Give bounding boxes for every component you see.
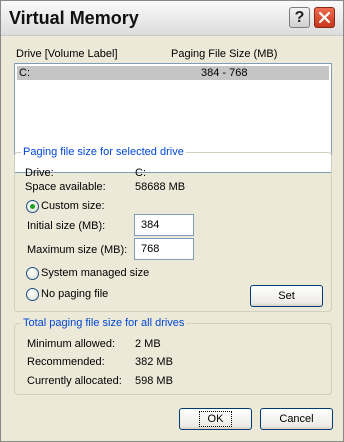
list-item-size: 384 - 768 [201,67,248,79]
initial-size-label: Initial size (MB): [27,220,106,232]
no-paging-file-label[interactable]: No paging file [41,288,108,300]
column-header-paging-size: Paging File Size (MB) [171,48,278,60]
initial-size-input[interactable]: 384 [134,214,194,236]
custom-size-label[interactable]: Custom size: [41,200,105,212]
ok-button-label: OK [198,411,233,427]
currently-allocated-label: Currently allocated: [27,375,122,387]
cancel-button[interactable]: Cancel [260,408,333,430]
help-button[interactable]: ? [289,7,310,28]
list-item-drive: C: [19,67,30,79]
maximum-size-input[interactable]: 768 [134,238,194,260]
ok-button[interactable]: OK [179,408,252,430]
virtual-memory-dialog: Virtual Memory ? Drive [Volume Label] Pa… [0,0,344,442]
space-available-value: 58688 MB [135,181,186,193]
recommended-value: 382 MB [135,356,173,368]
close-button[interactable] [314,7,335,28]
radio-selected-dot [30,204,35,209]
close-icon [318,11,331,24]
minimum-allowed-label: Minimum allowed: [27,338,116,350]
totals-legend: Total paging file size for all drives [23,317,185,329]
custom-size-radio[interactable] [26,200,39,213]
maximum-size-label: Maximum size (MB): [27,244,128,256]
title-bar[interactable]: Virtual Memory ? [1,1,343,36]
system-managed-label[interactable]: System managed size [41,267,149,279]
drive-value: C: [135,167,146,179]
currently-allocated-value: 598 MB [135,375,173,387]
no-paging-file-radio[interactable] [26,288,39,301]
minimum-allowed-value: 2 MB [135,338,161,350]
selected-drive-legend: Paging file size for selected drive [23,146,184,158]
set-button[interactable]: Set [250,285,323,307]
space-available-label: Space available: [25,181,106,193]
list-item[interactable]: C: 384 - 768 [17,66,329,80]
drive-label: Drive: [25,167,54,179]
column-header-drive: Drive [Volume Label] [16,48,118,60]
help-icon: ? [294,8,305,26]
recommended-label: Recommended: [27,356,105,368]
dialog-body: Drive [Volume Label] Paging File Size (M… [1,36,343,441]
window-title: Virtual Memory [9,8,139,28]
system-managed-radio[interactable] [26,267,39,280]
